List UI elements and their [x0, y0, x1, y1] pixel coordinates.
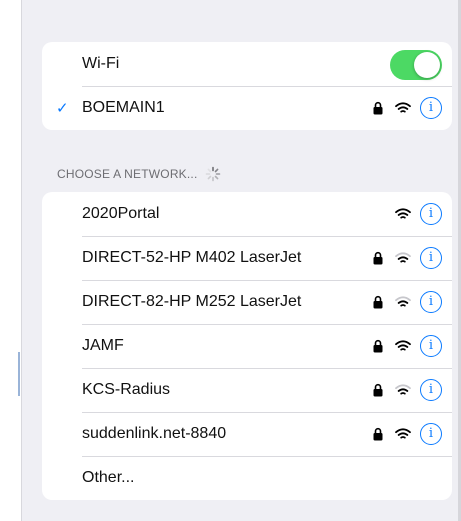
- wifi-signal-icon: [395, 384, 411, 395]
- left-pane-selection-indicator: [18, 352, 20, 396]
- info-icon[interactable]: i: [420, 247, 442, 269]
- info-icon[interactable]: i: [420, 291, 442, 313]
- other-network-label: Other...: [82, 469, 135, 486]
- lock-icon: [373, 251, 383, 265]
- network-row[interactable]: DIRECT-52-HP M402 LaserJet i: [42, 236, 452, 280]
- network-icons: i: [373, 324, 442, 368]
- network-name: JAMF: [82, 337, 124, 354]
- wifi-signal-icon: [395, 428, 411, 439]
- lock-icon: [373, 383, 383, 397]
- info-icon[interactable]: i: [420, 97, 442, 119]
- left-pane-edge: [0, 0, 22, 521]
- lock-icon: [373, 427, 383, 441]
- network-name: DIRECT-82-HP M252 LaserJet: [82, 293, 302, 310]
- network-row[interactable]: 2020Portal i: [42, 192, 452, 236]
- info-icon[interactable]: i: [420, 335, 442, 357]
- other-network-row[interactable]: Other...: [42, 456, 452, 500]
- wifi-toggle[interactable]: [390, 50, 442, 80]
- current-network-icons: i: [373, 86, 442, 130]
- network-icons: i: [373, 412, 442, 456]
- wifi-signal-icon: [395, 208, 411, 219]
- wifi-signal-icon: [395, 102, 411, 113]
- network-name: DIRECT-52-HP M402 LaserJet: [82, 249, 302, 266]
- wifi-toggle-row: Wi-Fi: [42, 42, 452, 86]
- lock-icon: [373, 339, 383, 353]
- network-icons: i: [373, 236, 442, 280]
- lock-icon: [373, 295, 383, 309]
- loading-spinner-icon: [205, 166, 220, 182]
- network-name: suddenlink.net-8840: [82, 425, 227, 442]
- current-network-row[interactable]: ✓ BOEMAIN1 i: [42, 86, 452, 130]
- network-icons: i: [395, 192, 442, 236]
- section-header-label: CHOOSE A NETWORK...: [57, 167, 198, 181]
- wifi-signal-icon: [395, 296, 411, 307]
- lock-icon: [373, 101, 383, 115]
- info-icon[interactable]: i: [420, 423, 442, 445]
- checkmark-icon: ✓: [56, 100, 69, 117]
- wifi-signal-icon: [395, 340, 411, 351]
- network-name: KCS-Radius: [82, 381, 171, 398]
- available-networks-list: 2020Portal i DIRECT-52-HP M402 LaserJet …: [42, 192, 452, 500]
- current-network-name: BOEMAIN1: [82, 99, 165, 116]
- network-row[interactable]: suddenlink.net-8840 i: [42, 412, 452, 456]
- network-row[interactable]: JAMF i: [42, 324, 452, 368]
- wifi-signal-icon: [395, 252, 411, 263]
- wifi-status-group: Wi-Fi ✓ BOEMAIN1 i: [42, 42, 452, 130]
- toggle-knob: [414, 52, 440, 78]
- wifi-label: Wi-Fi: [82, 55, 120, 72]
- info-icon[interactable]: i: [420, 379, 442, 401]
- info-icon[interactable]: i: [420, 203, 442, 225]
- network-icons: i: [373, 368, 442, 412]
- network-row[interactable]: KCS-Radius i: [42, 368, 452, 412]
- network-name: 2020Portal: [82, 205, 160, 222]
- network-row[interactable]: DIRECT-82-HP M252 LaserJet i: [42, 280, 452, 324]
- choose-network-header: CHOOSE A NETWORK...: [57, 166, 221, 182]
- network-icons: i: [373, 280, 442, 324]
